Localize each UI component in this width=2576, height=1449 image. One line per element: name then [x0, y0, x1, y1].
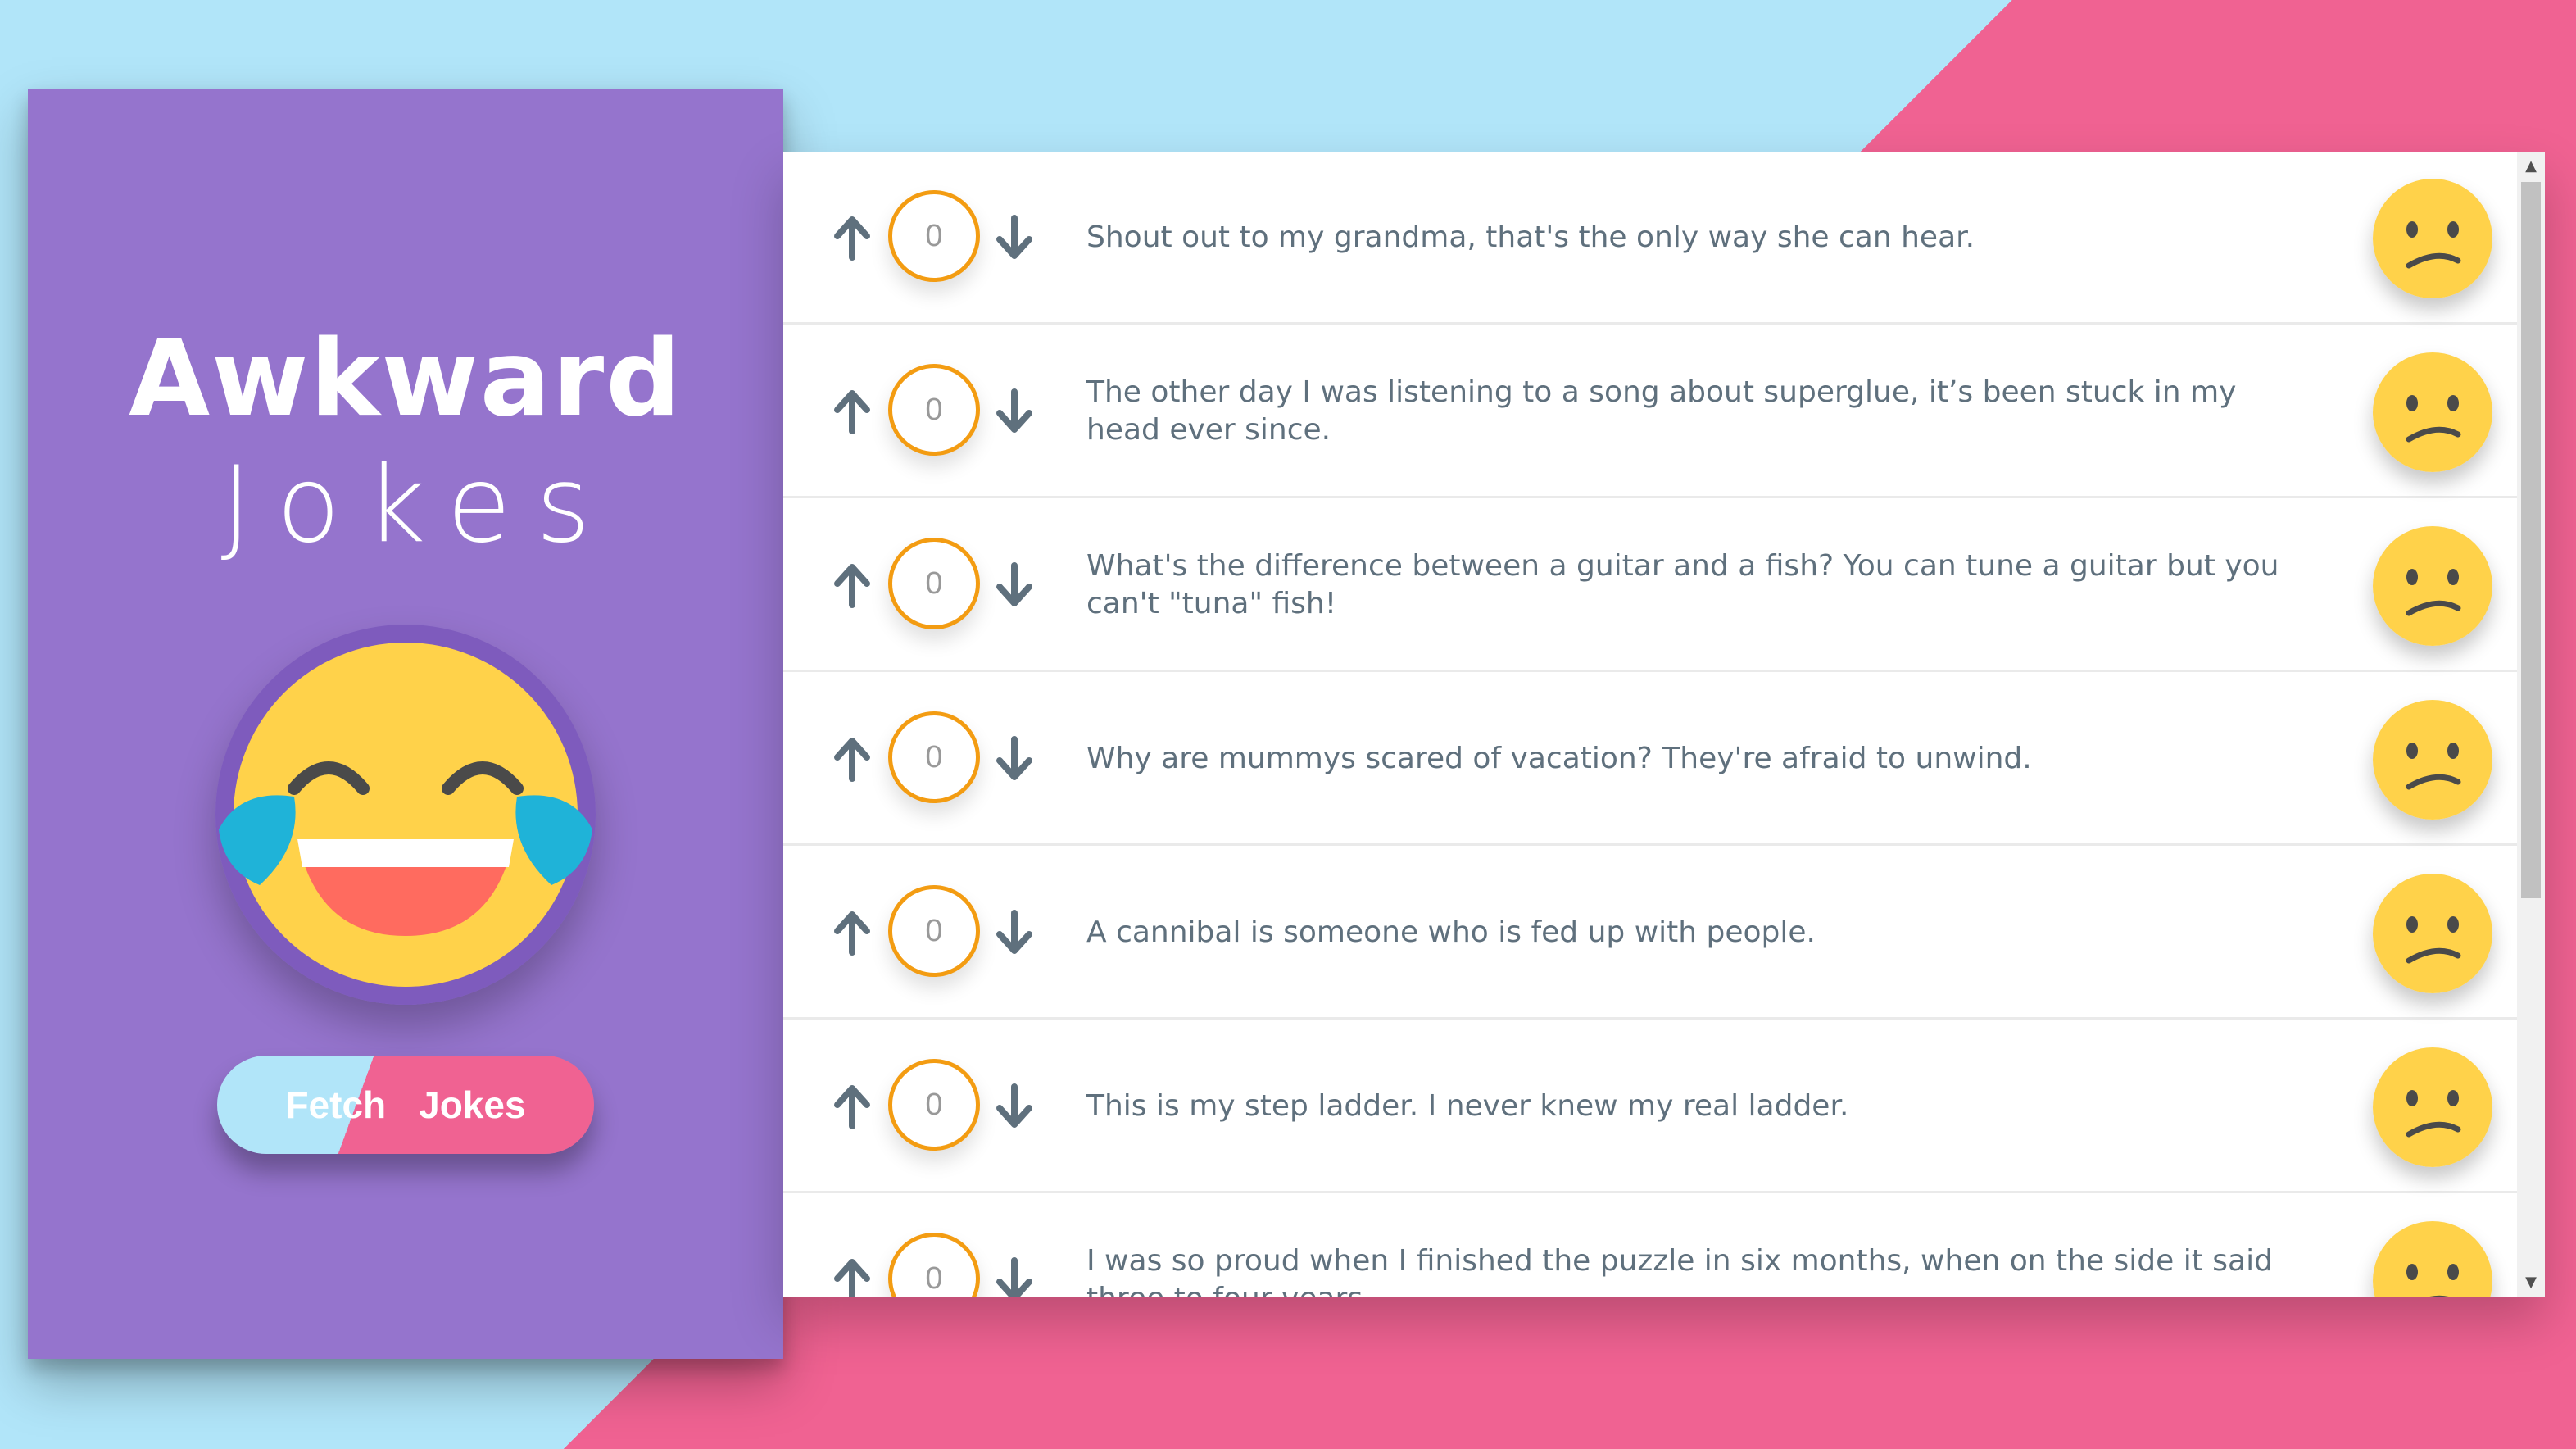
vote-count: 0	[888, 711, 980, 803]
joke-text: Shout out to my grandma, that's the only…	[1086, 220, 1975, 254]
jokes-list[interactable]: 0 Shout out to my grandma, that's the onl…	[783, 152, 2545, 1297]
confused-face-icon	[2373, 179, 2492, 298]
upvote-arrow-icon[interactable]	[829, 213, 875, 262]
scrollbar[interactable]: ▲ ▼	[2517, 152, 2545, 1297]
downvote-arrow-icon[interactable]	[991, 213, 1037, 262]
downvote-arrow-icon[interactable]	[991, 387, 1037, 436]
jokes-label: Jokes	[419, 1083, 526, 1126]
joke-item: 0 What's the difference between a guitar …	[783, 500, 2517, 672]
vote-count: 0	[888, 190, 980, 282]
confused-face-icon	[2373, 1047, 2492, 1167]
scroll-up-icon[interactable]: ▲	[2517, 154, 2545, 179]
joke-text: I was so proud when I finished the puzzl…	[1086, 1243, 2273, 1297]
app-subtitle: Jokes	[220, 444, 615, 566]
downvote-arrow-icon[interactable]	[991, 734, 1037, 784]
vote-count: 0	[888, 364, 980, 456]
face-with-tears-of-joy-icon	[215, 625, 596, 1005]
confused-face-icon	[2373, 526, 2492, 646]
downvote-arrow-icon[interactable]	[991, 908, 1037, 957]
vote-count: 0	[888, 1233, 980, 1297]
joke-text: What's the difference between a guitar a…	[1086, 548, 2279, 620]
joke-item: 0 A cannibal is someone who is fed up wit…	[783, 847, 2517, 1020]
confused-face-icon	[2373, 874, 2492, 993]
upvote-arrow-icon[interactable]	[829, 734, 875, 784]
fetch-jokes-button[interactable]: Fetch Jokes	[217, 1056, 594, 1154]
joke-item: 0 Why are mummys scared of vacation? They…	[783, 674, 2517, 846]
confused-face-icon	[2373, 700, 2492, 820]
upvote-arrow-icon[interactable]	[829, 387, 875, 436]
app-title: Awkward	[129, 318, 683, 440]
joke-item: 0 Shout out to my grandma, that's the onl…	[783, 152, 2517, 325]
sidebar: Awkward Jokes Fetch Jokes	[28, 89, 783, 1359]
vote-count: 0	[888, 1059, 980, 1151]
vote-count: 0	[888, 538, 980, 629]
joke-item: 0 The other day I was listening to a song…	[783, 326, 2517, 498]
vote-count: 0	[888, 885, 980, 977]
joke-text: This is my step ladder. I never knew my …	[1086, 1088, 1849, 1123]
downvote-arrow-icon[interactable]	[991, 1256, 1037, 1297]
joke-item: 0 This is my step ladder. I never knew my…	[783, 1021, 2517, 1193]
scrollbar-thumb[interactable]	[2521, 182, 2541, 898]
upvote-arrow-icon[interactable]	[829, 1082, 875, 1131]
joke-text: The other day I was listening to a song …	[1086, 375, 2237, 447]
upvote-arrow-icon[interactable]	[829, 1256, 875, 1297]
downvote-arrow-icon[interactable]	[991, 1082, 1037, 1131]
downvote-arrow-icon[interactable]	[991, 561, 1037, 610]
confused-face-icon	[2373, 1221, 2492, 1297]
upvote-arrow-icon[interactable]	[829, 908, 875, 957]
upvote-arrow-icon[interactable]	[829, 561, 875, 610]
scroll-down-icon[interactable]: ▼	[2517, 1270, 2545, 1295]
joke-text: A cannibal is someone who is fed up with…	[1086, 915, 1816, 949]
joke-item: 0 I was so proud when I finished the puzz…	[783, 1195, 2517, 1297]
confused-face-icon	[2373, 352, 2492, 472]
fetch-label: Fetch	[285, 1083, 387, 1126]
joke-text: Why are mummys scared of vacation? They'…	[1086, 741, 2032, 775]
